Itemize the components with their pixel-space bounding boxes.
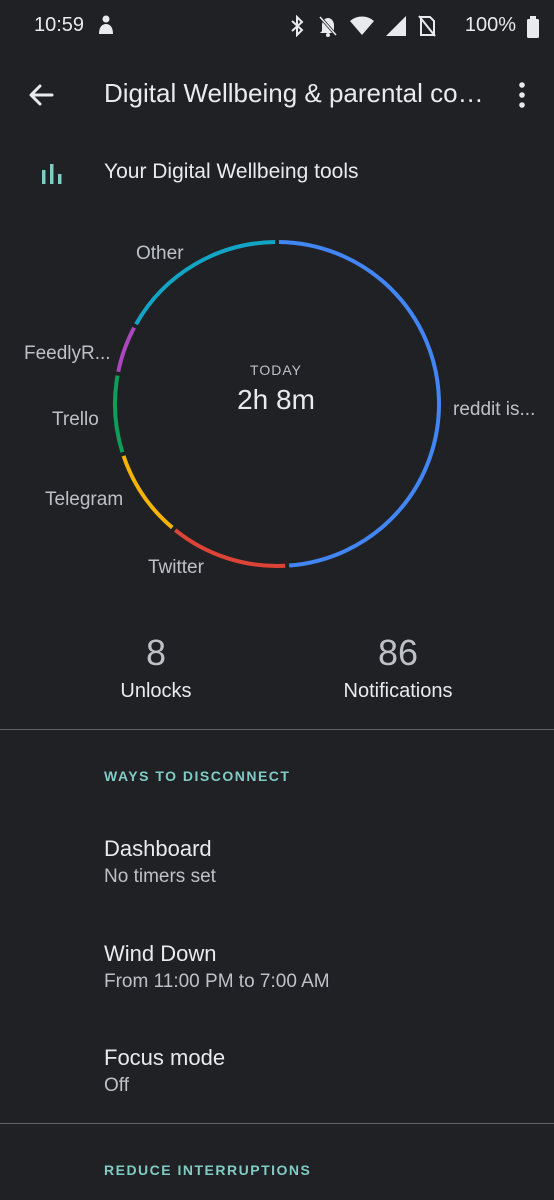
notifications-off-icon xyxy=(318,15,338,42)
focus-mode-subtitle: Off xyxy=(104,1075,129,1096)
total-usage-time: 2h 8m xyxy=(237,384,315,415)
segment-label-feedly: FeedlyR... xyxy=(24,343,111,364)
back-button[interactable] xyxy=(24,78,58,112)
segment-label-trello: Trello xyxy=(52,409,99,430)
app-bar: Digital Wellbeing & parental controls xyxy=(0,64,554,124)
usage-chart[interactable]: TODAY 2h 8m reddit is... Twitter Telegra… xyxy=(0,220,554,600)
battery-icon xyxy=(526,16,540,43)
ways-to-disconnect-header: WAYS TO DISCONNECT xyxy=(104,768,291,784)
segment-label-reddit: reddit is... xyxy=(453,399,536,420)
unlocks-label: Unlocks xyxy=(120,680,192,702)
dashboard-subtitle: No timers set xyxy=(104,866,216,887)
donut-segment-3 xyxy=(113,375,125,453)
notifications-stat[interactable]: 86 Notifications xyxy=(288,632,508,703)
more-options-button[interactable] xyxy=(508,78,536,112)
bluetooth-icon xyxy=(288,14,306,42)
arrow-back-icon xyxy=(29,84,54,106)
battery-percent: 100% xyxy=(464,14,516,36)
donut-segment-4 xyxy=(116,326,136,373)
tools-label: Your Digital Wellbeing tools xyxy=(104,160,359,183)
no-sim-icon xyxy=(418,15,436,42)
wind-down-title: Wind Down xyxy=(104,941,217,966)
notifications-count: 86 xyxy=(377,632,419,673)
segment-label-other: Other xyxy=(136,243,184,264)
divider xyxy=(0,1123,554,1124)
segment-label-telegram: Telegram xyxy=(45,489,124,510)
status-bar: 10:59 100% xyxy=(0,0,554,54)
bar-chart-icon xyxy=(40,162,64,189)
dashboard-item[interactable]: Dashboard No timers set xyxy=(0,822,554,908)
cell-signal-icon xyxy=(386,16,406,41)
more-vert-icon xyxy=(519,82,525,108)
segment-label-twitter: Twitter xyxy=(148,557,204,578)
status-time: 10:59 xyxy=(34,14,85,36)
notifications-label: Notifications xyxy=(343,680,453,702)
wind-down-subtitle: From 11:00 PM to 7:00 AM xyxy=(104,971,330,992)
period-label: TODAY xyxy=(250,362,302,378)
status-icons xyxy=(288,14,436,42)
wind-down-item[interactable]: Wind Down From 11:00 PM to 7:00 AM xyxy=(0,927,554,1013)
unlocks-count: 8 xyxy=(145,632,167,673)
donut-segment-2 xyxy=(121,455,174,530)
focus-mode-title: Focus mode xyxy=(104,1045,226,1070)
unlocks-stat[interactable]: 8 Unlocks xyxy=(46,632,266,703)
notification-app-icon xyxy=(96,14,116,41)
focus-mode-item[interactable]: Focus mode Off xyxy=(0,1031,554,1117)
divider xyxy=(0,729,554,730)
digital-wellbeing-tools-row[interactable]: Your Digital Wellbeing tools xyxy=(0,150,554,198)
reduce-interruptions-header: REDUCE INTERRUPTIONS xyxy=(104,1162,312,1178)
wifi-icon xyxy=(350,16,374,41)
dashboard-title: Dashboard xyxy=(104,836,212,861)
page-title: Digital Wellbeing & parental controls xyxy=(104,78,488,108)
